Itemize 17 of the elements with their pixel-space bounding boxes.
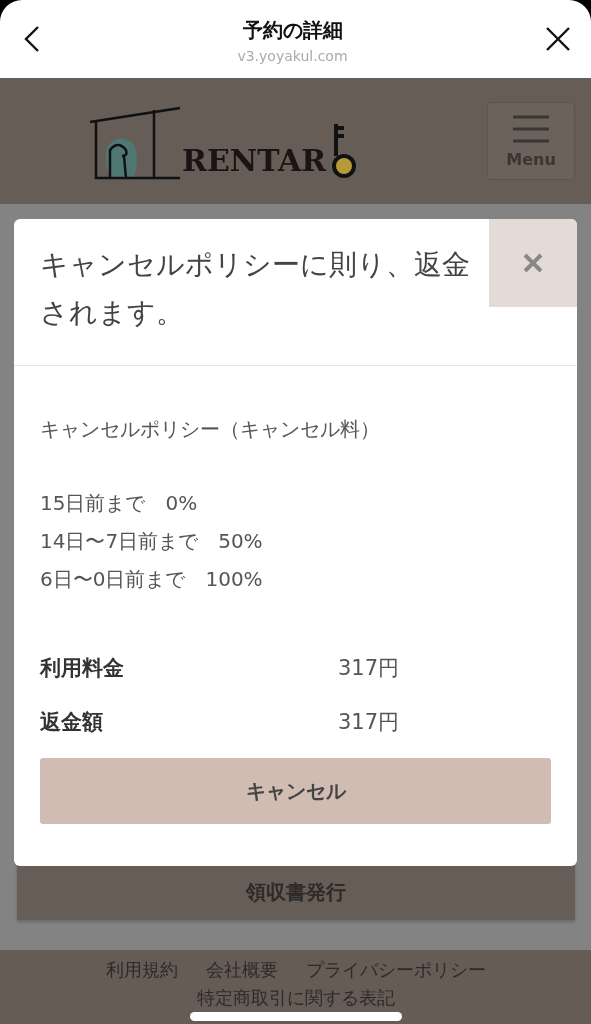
menu-icon	[511, 113, 551, 144]
logo-text: RENTAR	[182, 143, 327, 178]
policy-line: 14日〜7日前まで 50%	[40, 528, 264, 555]
amount-value: 317円	[338, 655, 400, 682]
amount-label: 返金額	[40, 709, 104, 736]
close-icon	[522, 252, 544, 274]
url-text: v3.yoyakul.com	[237, 47, 348, 64]
modal-title: キャンセルポリシーに則り、返金されます。	[39, 247, 471, 331]
cancel-button[interactable]: キャンセル	[40, 758, 551, 824]
amount-value: 317円	[338, 709, 400, 736]
page-title: 予約の詳細	[242, 16, 343, 44]
close-icon[interactable]	[545, 26, 571, 52]
policy-line: 15日前まで 0%	[40, 490, 199, 517]
amount-label: 利用料金	[40, 655, 125, 682]
policy-line: 6日〜0日前まで 100%	[40, 566, 264, 593]
back-icon[interactable]	[24, 25, 40, 53]
policy-heading: キャンセルポリシー（キャンセル料）	[40, 416, 381, 443]
